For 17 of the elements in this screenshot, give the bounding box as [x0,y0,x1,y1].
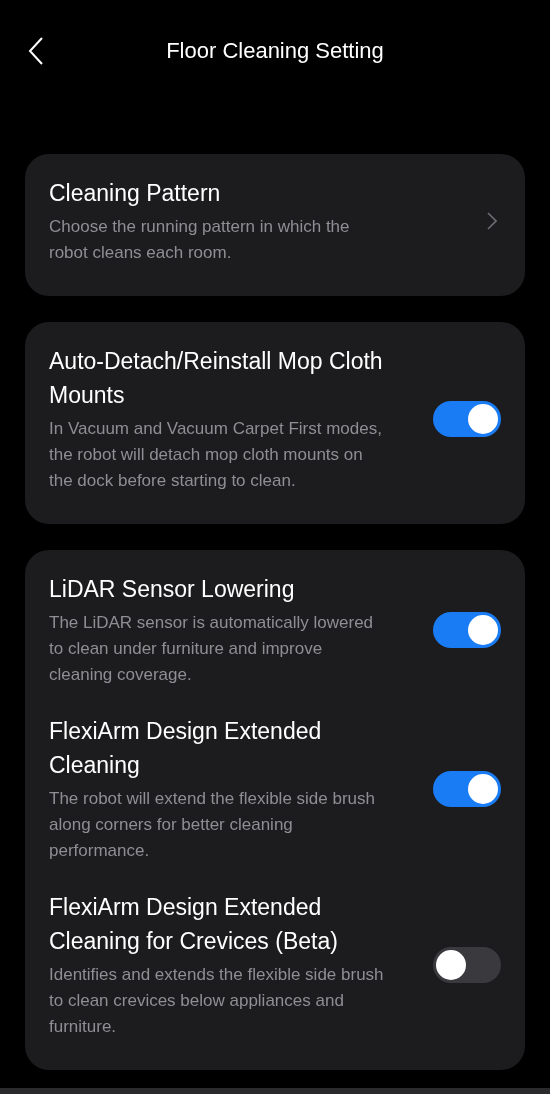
toggle-switch[interactable] [433,947,501,983]
setting-title: Auto-Detach/Reinstall Mop Cloth Mounts [49,347,384,410]
page-title: Floor Cleaning Setting [166,38,384,64]
setting-title: FlexiArm Design Extended Cleaning for Crevices (Beta) [49,893,339,956]
setting-description: Identifies and extends the flexible side brush to clean crevices below appliances and furniture. [49,964,385,1038]
setting-description: In Vacuum and Vacuum Carpet First modes, the robot will detach mop cloth mounts on the dock before starting to clean. [49,418,383,492]
toggle-switch[interactable] [433,401,501,437]
setting-description: The LiDAR sensor is automatically lowered to clean under furniture and improve cleaning coverage. [49,612,375,686]
setting-title: LiDAR Sensor Lowering [49,575,296,604]
toggle-switch[interactable] [433,612,501,648]
setting-title: FlexiArm Design Extended Cleaning [49,717,323,780]
setting-description: Choose the running pattern in which the robot cleans each room. [49,216,351,264]
back-icon [28,36,44,66]
toggle-switch[interactable] [433,771,501,807]
chevron-icon[interactable] [487,212,497,230]
setting-description: The robot will extend the flexible side brush along corners for better cleaning performance. [49,788,376,862]
setting-title: Cleaning Pattern [49,179,222,208]
